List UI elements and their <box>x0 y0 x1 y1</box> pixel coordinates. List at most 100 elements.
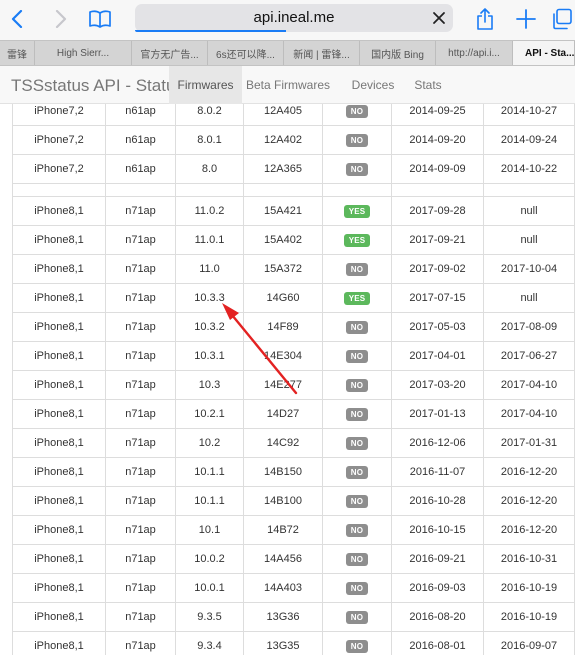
tab-2[interactable]: 官方无广告... <box>132 41 208 65</box>
cell-release-date: 2014-09-20 <box>391 125 484 155</box>
cell-model: n71ap <box>105 341 176 371</box>
cell-text: n71ap <box>125 205 156 217</box>
cell-text: n61ap <box>125 105 156 117</box>
cell-device: iPhone8,1 <box>12 544 106 574</box>
cell-model: n71ap <box>105 283 176 313</box>
table-row: iPhone8,1 n71ap 10.3 14E277 NO 2017-03-20 2017… <box>12 370 575 400</box>
new-tab-button[interactable] <box>514 4 538 34</box>
clear-url-icon[interactable] <box>431 10 447 26</box>
cell-unsigned-date: null <box>483 225 575 255</box>
cell-build: 14E304 <box>243 341 323 371</box>
cell-text: iPhone8,1 <box>34 553 84 565</box>
cell-model: n71ap <box>105 254 176 284</box>
cell-text: n61ap <box>125 134 156 146</box>
table-cell <box>105 183 176 197</box>
tab-overview-button[interactable] <box>550 4 574 34</box>
cell-text: iPhone8,1 <box>34 495 84 507</box>
cell-device: iPhone8,1 <box>12 486 106 516</box>
nav-firmwares[interactable]: Firmwares <box>169 66 242 104</box>
cell-release-date: 2016-09-03 <box>391 573 484 603</box>
browser-toolbar: api.ineal.me <box>0 0 575 40</box>
cell-release-date: 2016-10-15 <box>391 515 484 545</box>
cell-release-date: 2017-09-21 <box>391 225 484 255</box>
back-button[interactable] <box>6 4 28 34</box>
cell-text: n71ap <box>125 321 156 333</box>
cell-text: 14B150 <box>264 466 302 478</box>
cell-device: iPhone7,2 <box>12 104 106 126</box>
cell-text: 10.3 <box>198 379 221 391</box>
tab-1[interactable]: High Sierr... <box>35 41 132 65</box>
cell-model: n71ap <box>105 457 176 487</box>
cell-version: 10.1 <box>175 515 244 545</box>
cell-text: 9.3.5 <box>197 611 222 623</box>
cell-text: iPhone7,2 <box>34 105 84 117</box>
cell-device: iPhone8,1 <box>12 196 106 226</box>
cell-text: 2016-10-28 <box>409 495 466 507</box>
cell-device: iPhone8,1 <box>12 457 106 487</box>
share-button[interactable] <box>474 4 496 34</box>
cell-text: iPhone8,1 <box>34 437 84 449</box>
signed-status-badge: NO <box>345 465 369 479</box>
cell-release-date: 2017-05-03 <box>391 312 484 342</box>
tab-label: High Sierr... <box>56 48 110 59</box>
share-icon <box>477 8 493 30</box>
cell-device: iPhone8,1 <box>12 312 106 342</box>
nav-beta-firmwares[interactable]: Beta Firmwares <box>242 66 334 104</box>
tab-0[interactable]: 雷锋 <box>0 41 35 65</box>
cell-signed: YES <box>322 225 392 255</box>
cell-version: 9.3.4 <box>175 631 244 655</box>
cell-signed: NO <box>322 341 392 371</box>
cell-text: 2017-10-04 <box>500 263 558 275</box>
tab-6[interactable]: http://api.i... <box>436 41 513 65</box>
forward-button[interactable] <box>50 4 72 34</box>
cell-device: iPhone8,1 <box>12 225 106 255</box>
tab-4[interactable]: 新闻 | 雷锋... <box>284 41 360 65</box>
cell-signed: NO <box>322 486 392 516</box>
cell-version: 11.0 <box>175 254 244 284</box>
cell-text: n71ap <box>125 611 156 623</box>
cell-text: n71ap <box>125 379 156 391</box>
cell-text: 2016-12-06 <box>409 437 466 449</box>
cell-model: n71ap <box>105 515 176 545</box>
table-row: iPhone8,1 n71ap 10.2 14C92 NO 2016-12-06 2017-… <box>12 428 575 458</box>
cell-text: 12A405 <box>264 105 302 117</box>
cell-model: n61ap <box>105 104 176 126</box>
cell-text: 2016-10-19 <box>500 611 558 623</box>
tab-7[interactable]: API - Sta... <box>513 41 575 65</box>
cell-release-date: 2017-07-15 <box>391 283 484 313</box>
address-bar[interactable]: api.ineal.me <box>135 4 453 32</box>
cell-text: 10.2.1 <box>194 408 225 420</box>
table-spacer-row <box>12 183 575 197</box>
nav-devices[interactable]: Devices <box>344 66 402 104</box>
cell-text: iPhone8,1 <box>34 524 84 536</box>
bookmarks-button[interactable] <box>86 4 114 34</box>
cell-model: n71ap <box>105 428 176 458</box>
cell-text: 14C92 <box>266 437 300 449</box>
cell-unsigned-date: 2016-10-19 <box>483 573 575 603</box>
cell-text: 2017-09-21 <box>409 234 466 246</box>
cell-version: 10.0.1 <box>175 573 244 603</box>
table-cell <box>391 183 484 197</box>
chevron-right-icon <box>55 10 67 28</box>
cell-unsigned-date: 2014-10-22 <box>483 154 575 184</box>
cell-text: 2016-08-20 <box>409 611 466 623</box>
firmware-table-container[interactable]: iPhone7,2 n61ap 8.0.2 12A405 NO 2014-09-25 201… <box>0 104 575 655</box>
cell-release-date: 2017-04-01 <box>391 341 484 371</box>
cell-build: 14E277 <box>243 370 323 400</box>
tab-3[interactable]: 6s还可以降... <box>208 41 284 65</box>
cell-text: iPhone8,1 <box>34 582 84 594</box>
cell-version: 10.2.1 <box>175 399 244 429</box>
cell-text: iPhone8,1 <box>34 640 84 652</box>
tabs-icon <box>553 8 572 30</box>
nav-stats[interactable]: Stats <box>406 66 450 104</box>
tab-5[interactable]: 国内版 Bing <box>360 41 436 65</box>
brand-title[interactable]: TSSstatus API - Status <box>11 76 184 96</box>
tab-label: 雷锋 <box>7 50 27 61</box>
cell-text: iPhone8,1 <box>34 263 84 275</box>
firmware-table: iPhone7,2 n61ap 8.0.2 12A405 NO 2014-09-25 201… <box>12 104 575 655</box>
page-load-progress <box>135 30 286 32</box>
cell-text: iPhone7,2 <box>34 163 84 175</box>
cell-release-date: 2014-09-25 <box>391 104 484 126</box>
table-row: iPhone8,1 n71ap 9.3.4 13G35 NO 2016-08-01 2016… <box>12 631 575 655</box>
cell-version: 10.0.2 <box>175 544 244 574</box>
